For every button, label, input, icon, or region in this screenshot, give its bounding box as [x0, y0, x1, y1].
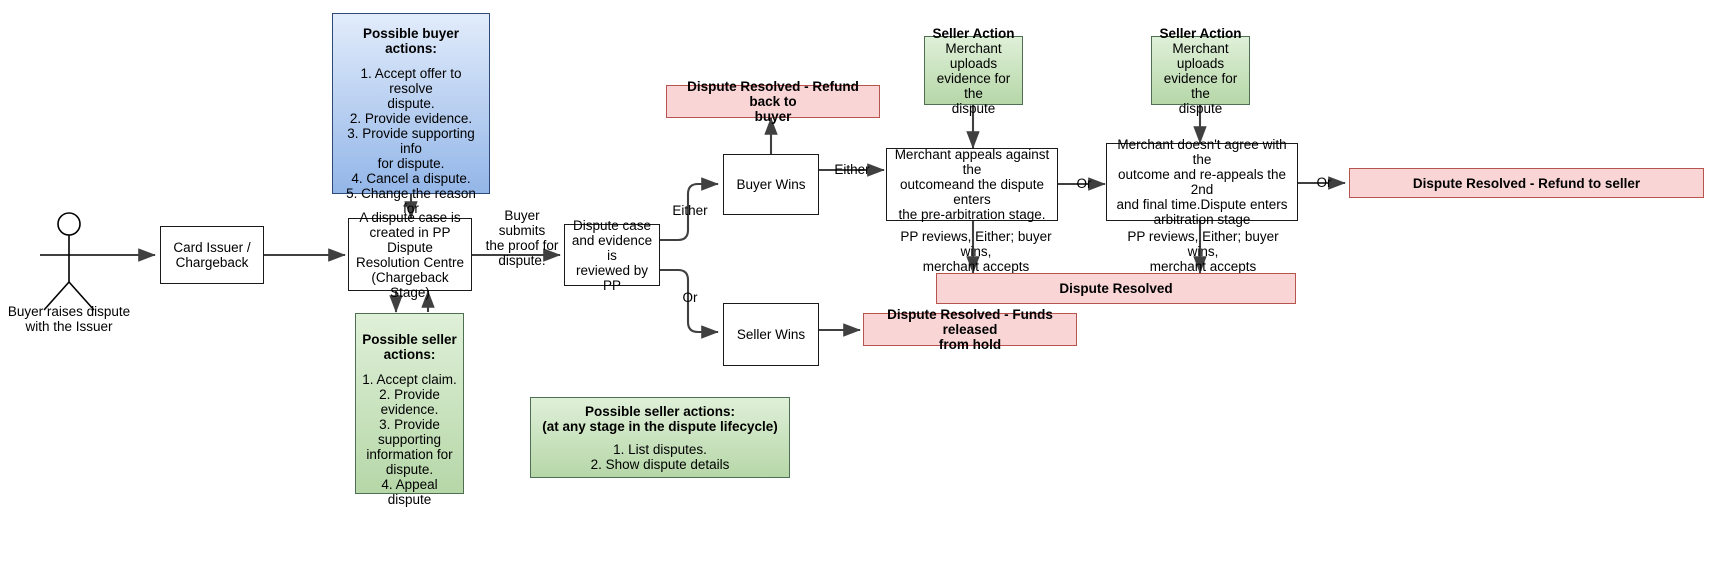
node-resolved-refund-seller: Dispute Resolved - Refund to seller — [1349, 168, 1704, 198]
seller-actions-items: 1. Accept claim. 2. Provide evidence. 3.… — [362, 372, 457, 507]
node-resolved-refund-buyer-label: Dispute Resolved - Refund back to buyer — [687, 79, 859, 124]
possible-seller-actions-any-stage-box: Possible seller actions: (at any stage i… — [530, 397, 790, 478]
node-buyer-wins-label: Buyer Wins — [736, 177, 806, 192]
buyer-actions-title: Possible buyer actions: — [362, 26, 460, 56]
node-resolved-refund-buyer: Dispute Resolved - Refund back to buyer — [666, 79, 880, 124]
seller-action-box-1: Seller Action Merchant uploads evidence … — [924, 26, 1023, 116]
seller-action-box-1-title: Seller Action — [932, 25, 1015, 41]
seller-action-box-2-title: Seller Action — [1159, 25, 1242, 41]
node-resolved-funds-released: Dispute Resolved - Funds released from h… — [863, 307, 1077, 352]
seller-action-box-1-body: Merchant uploads evidence for the disput… — [936, 40, 1011, 116]
node-merchant-appeals-label: Merchant appeals against the outcomeand … — [894, 147, 1050, 222]
edge-label-either-top: Either — [672, 203, 708, 218]
node-resolved-funds-released-label: Dispute Resolved - Funds released from h… — [887, 307, 1053, 352]
possible-buyer-actions-box: Possible buyer actions: 1. Accept offer … — [332, 13, 490, 276]
edge-label-either-merchant: Either — [834, 162, 870, 177]
node-merchant-appeals: Merchant appeals against the outcomeand … — [886, 147, 1058, 222]
node-seller-wins-label: Seller Wins — [736, 327, 806, 342]
seller-actions-any-stage-title: Possible seller actions: (at any stage i… — [542, 403, 778, 434]
edge-label-pp-reviews-second: PP reviews, Either; buyer wins, merchant… — [1127, 229, 1279, 274]
edge-label-pp-reviews-first: PP reviews, Either; buyer wins, merchant… — [900, 229, 1052, 274]
edge-label-or-bottom: Or — [682, 290, 698, 305]
node-dispute-resolved-label: Dispute Resolved — [1059, 281, 1173, 296]
node-buyer-wins: Buyer Wins — [723, 154, 819, 215]
node-merchant-reappeals-label: Merchant doesn't agree with the outcome … — [1116, 137, 1288, 227]
seller-actions-title: Possible seller actions: — [362, 332, 457, 362]
node-dispute-created-label: A dispute case is created in PP Dispute … — [355, 209, 465, 300]
seller-action-box-2-body: Merchant uploads evidence for the disput… — [1163, 40, 1238, 116]
seller-action-box-2: Seller Action Merchant uploads evidence … — [1151, 26, 1250, 116]
flowchart-canvas: Buyer raises dispute with the Issuer Pos… — [0, 0, 1713, 567]
node-dispute-reviewed: Dispute case and evidence is reviewed by… — [564, 218, 660, 293]
actor-label: Buyer raises dispute with the Issuer — [7, 304, 131, 334]
node-resolved-refund-seller-label: Dispute Resolved - Refund to seller — [1412, 175, 1641, 191]
node-dispute-created: A dispute case is created in PP Dispute … — [348, 210, 472, 300]
node-dispute-reviewed-label: Dispute case and evidence is reviewed by… — [571, 217, 653, 293]
node-card-issuer-label: Card Issuer / Chargeback — [173, 240, 251, 270]
edge-label-or-second: Or — [1316, 175, 1332, 190]
node-merchant-reappeals: Merchant doesn't agree with the outcome … — [1106, 137, 1298, 227]
seller-actions-any-stage-items: 1. List disputes. 2. Show dispute detail… — [590, 441, 730, 472]
node-card-issuer: Card Issuer / Chargeback — [160, 226, 264, 284]
edge-label-buyer-submits-proof: Buyer submits the proof for dispute. — [485, 208, 559, 268]
node-seller-wins: Seller Wins — [723, 303, 819, 366]
edge-label-or-first: Or — [1076, 176, 1092, 191]
node-dispute-resolved: Dispute Resolved — [936, 273, 1296, 304]
possible-seller-actions-box: Possible seller actions: 1. Accept claim… — [355, 313, 464, 507]
